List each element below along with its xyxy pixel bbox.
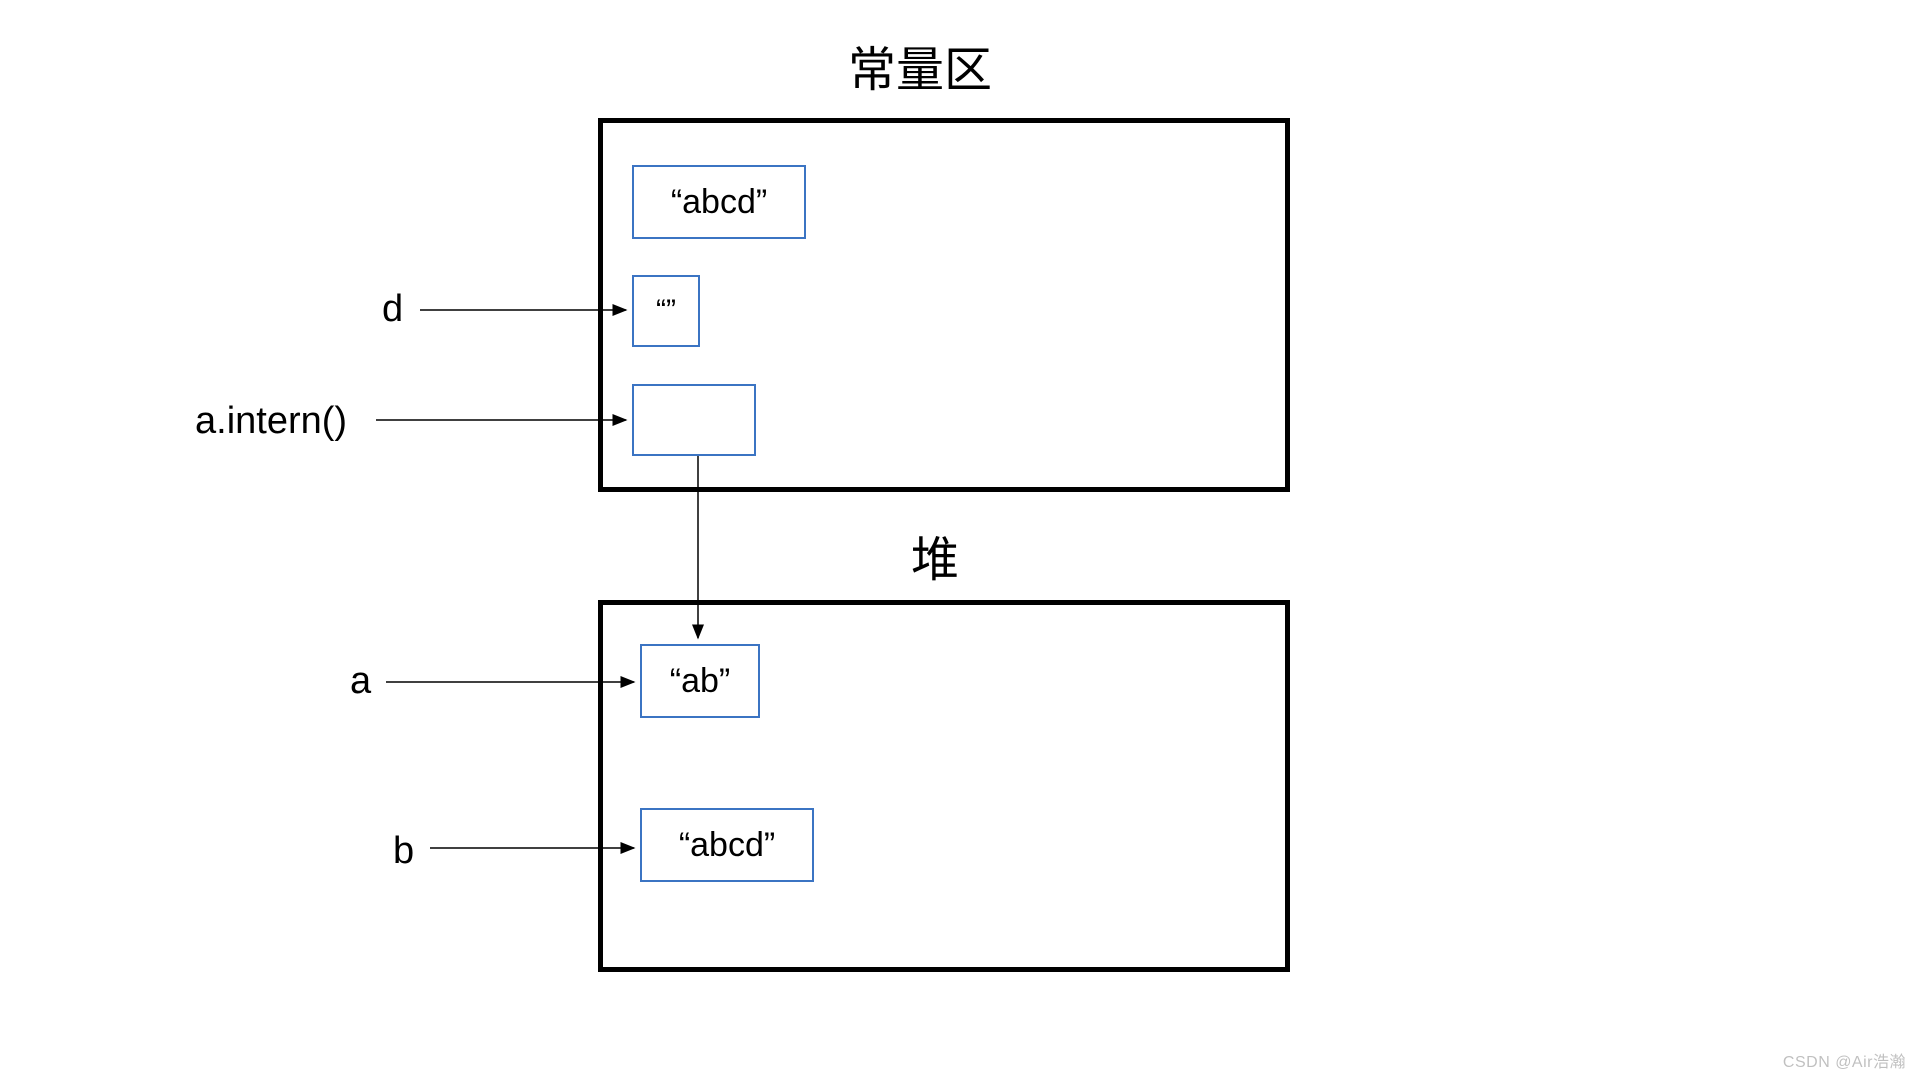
label-b: b xyxy=(393,830,414,873)
label-d: d xyxy=(382,288,403,331)
pool-cell-ref xyxy=(632,384,756,456)
label-a: a xyxy=(350,660,371,703)
heap-cell-abcd: “abcd” xyxy=(640,808,814,882)
pool-cell-empty: “” xyxy=(632,275,700,347)
diagram-stage: 常量区 “abcd” “” 堆 “ab” “abcd” d a.intern()… xyxy=(0,0,1920,1080)
label-a-intern: a.intern() xyxy=(195,400,347,443)
heap-cell-ab: “ab” xyxy=(640,644,760,718)
pool-cell-abcd: “abcd” xyxy=(632,165,806,239)
heap-title: 堆 xyxy=(895,520,975,590)
watermark: CSDN @Air浩瀚 xyxy=(1783,1048,1906,1072)
constant-pool-title: 常量区 xyxy=(820,30,1020,100)
